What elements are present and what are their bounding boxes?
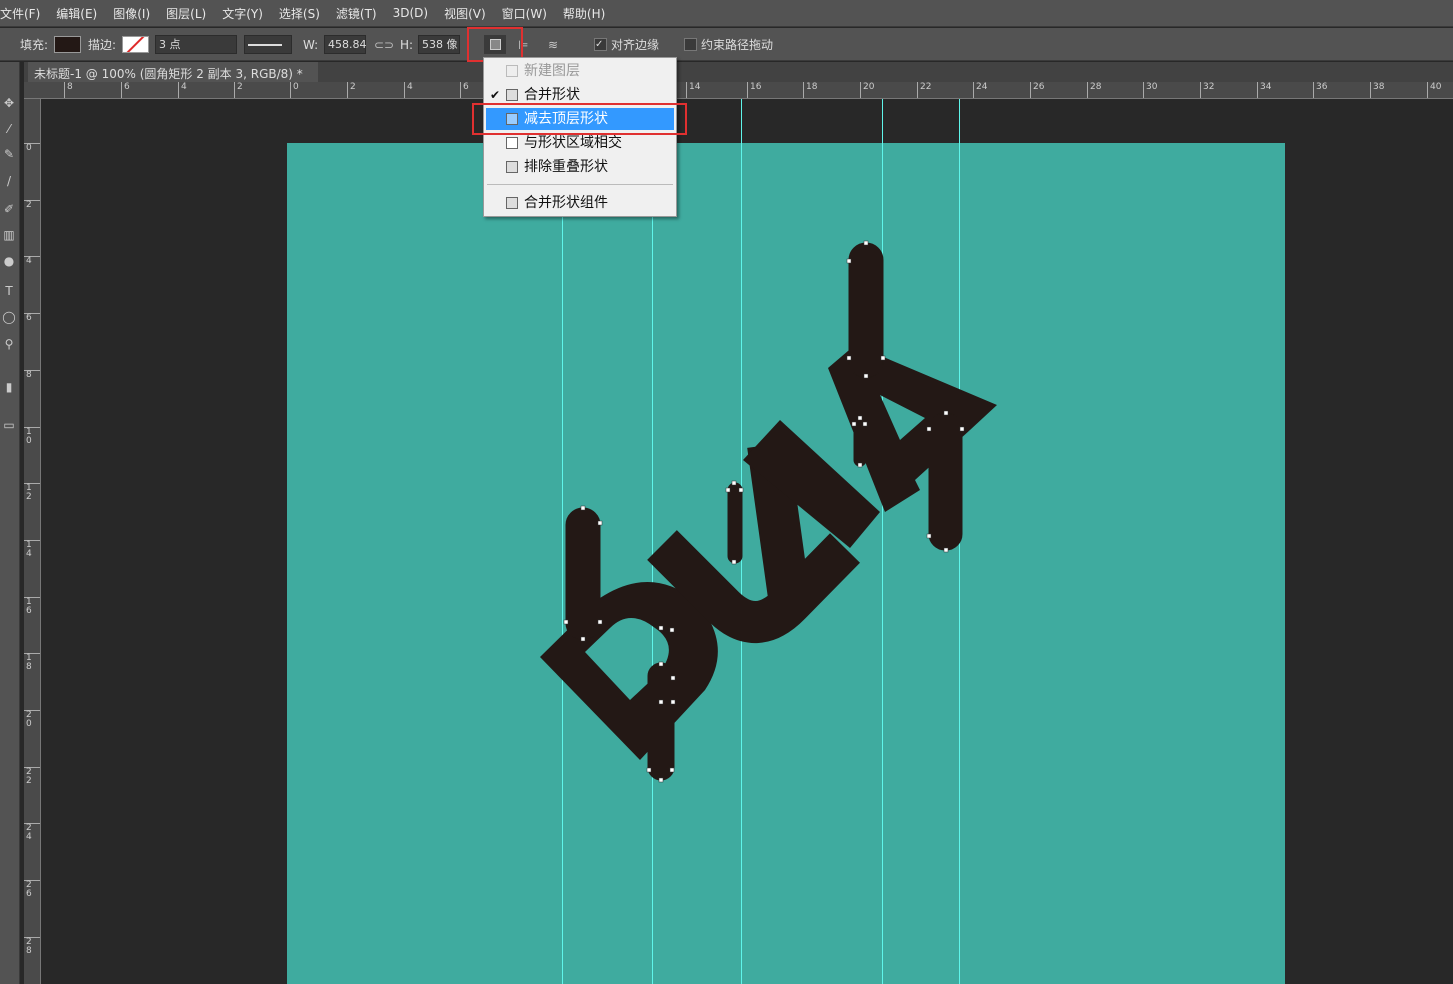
combine-shapes-icon [506,89,518,101]
merge-components-icon [506,197,518,209]
menu-item-exclude-overlapping-shapes[interactable]: 排除重叠形状 [486,156,674,178]
path-operations-menu: 新建图层 ✔ 合并形状 减去顶层形状 与形状区域相交 排除重叠形状 合并形状组件 [483,57,677,217]
new-layer-icon [506,65,518,77]
pill-shape [565,507,601,641]
shape-artwork [540,99,997,984]
menu-item-new-layer[interactable]: 新建图层 [486,60,674,82]
intersect-shapes-icon [506,137,518,149]
pill-shape [647,662,675,781]
menu-divider [487,184,673,185]
pill-shape [727,482,743,564]
exclude-overlap-icon [506,161,518,173]
highlight-box-menu-item [472,103,687,135]
menu-item-intersect-shape-areas[interactable]: 与形状区域相交 [486,132,674,154]
menu-item-merge-shape-components[interactable]: 合并形状组件 [486,192,674,214]
pill-shape [928,412,963,551]
pill-shape [848,242,884,379]
